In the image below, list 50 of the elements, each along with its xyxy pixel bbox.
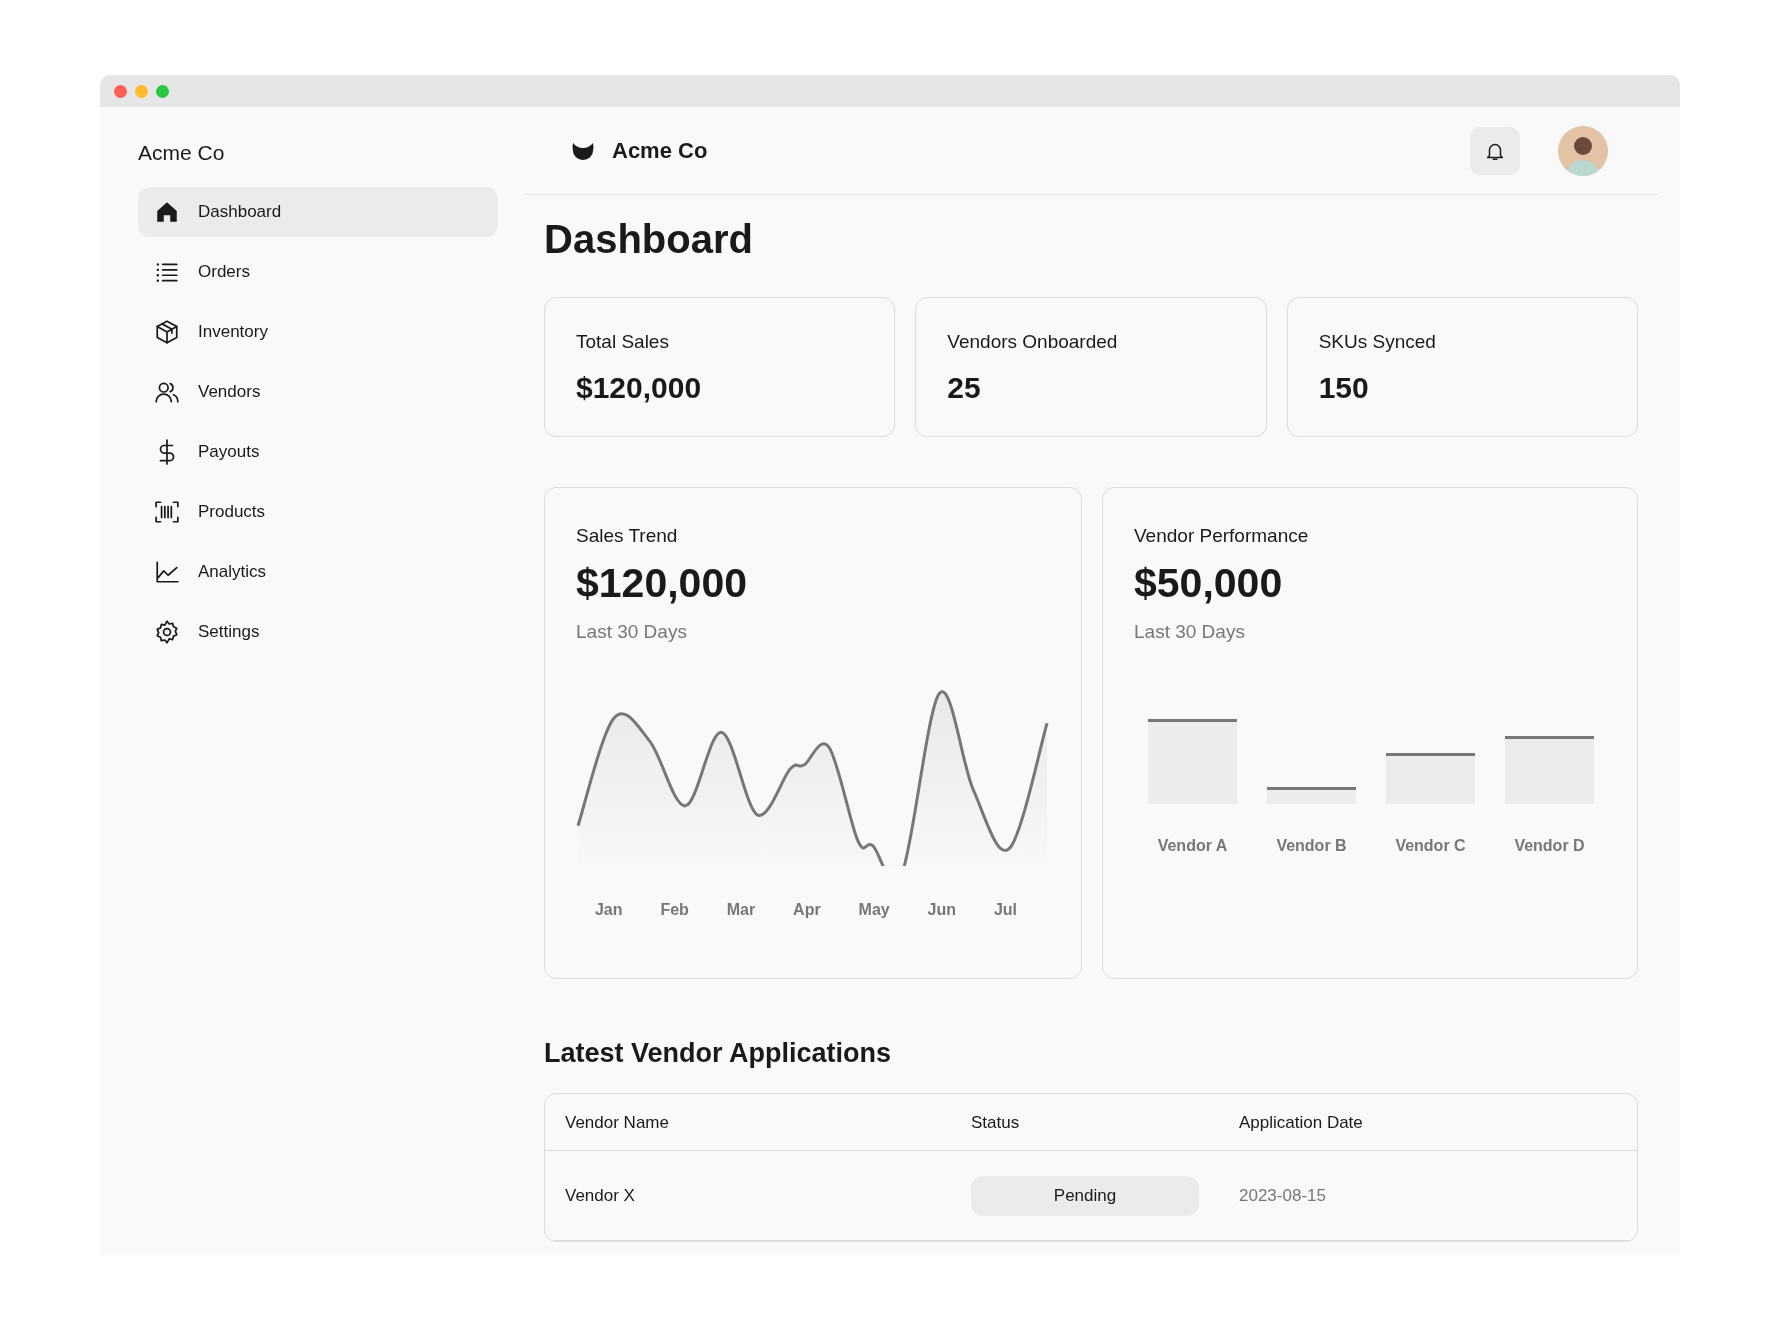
chart-value: $50,000	[1134, 558, 1283, 608]
close-window-icon[interactable]	[114, 84, 127, 98]
axis-label: Apr	[793, 900, 821, 921]
brand-name: Acme Co	[612, 137, 708, 165]
status-badge: Pending	[971, 1175, 1199, 1216]
sidebar-item[interactable]: Analytics	[138, 546, 498, 597]
axis-label: Vendor A	[1157, 836, 1228, 857]
table-cell: 2023-08-15	[1239, 1186, 1326, 1206]
column-header: Vendor Name	[565, 1112, 669, 1132]
axis-label: Vendor C	[1395, 836, 1466, 857]
axis-label: Vendor B	[1276, 836, 1347, 857]
stat-label: SKUs Synced	[1318, 330, 1436, 354]
stat-label: Vendors Onboarded	[947, 330, 1118, 354]
section-title: Latest Vendor Applications	[544, 1037, 892, 1070]
minimize-window-icon[interactable]	[135, 84, 148, 98]
sidebar-item[interactable]: Settings	[138, 606, 498, 657]
axis-label: Feb	[660, 900, 689, 921]
axis-label: Jan	[594, 900, 623, 921]
sidebar-item[interactable]: Inventory	[138, 306, 498, 357]
sidebar-item[interactable]: Vendors	[138, 366, 498, 417]
page-title: Dashboard	[544, 216, 753, 263]
column-header: Application Date	[1239, 1112, 1363, 1132]
box-icon	[154, 318, 180, 345]
line-chart-icon	[154, 558, 180, 585]
settings-icon	[154, 618, 180, 645]
barcode-icon	[154, 498, 180, 525]
chart-period: Last 30 Days	[1134, 619, 1245, 644]
zoom-window-icon[interactable]	[156, 84, 169, 98]
stat-value: $120,000	[576, 369, 702, 406]
chart-title: Sales Trend	[576, 525, 678, 546]
axis-label: Vendor D	[1514, 836, 1585, 857]
chart-value: $120,000	[576, 558, 747, 608]
stat-value: 25	[947, 369, 981, 406]
sidebar-item[interactable]: Orders	[138, 246, 498, 297]
column-header: Status	[971, 1112, 1020, 1132]
avatar[interactable]	[1558, 125, 1608, 176]
sidebar-item[interactable]: Products	[138, 486, 498, 537]
stat-value: 150	[1318, 369, 1369, 406]
notifications-button[interactable]	[1470, 126, 1520, 175]
stat-label: Total Sales	[576, 330, 669, 354]
table-cell: Vendor X	[565, 1186, 635, 1206]
axis-label: Jul	[993, 900, 1018, 921]
chart-period: Last 30 Days	[576, 619, 687, 644]
sidebar-item[interactable]: Payouts	[138, 426, 498, 477]
axis-label: May	[858, 900, 890, 921]
axis-label: Jun	[927, 900, 956, 921]
chart-title: Vendor Performance	[1134, 525, 1309, 546]
axis-label: Mar	[726, 900, 756, 921]
sidebar-item[interactable]: Dashboard	[138, 186, 498, 237]
app-name: Acme Co	[138, 140, 225, 166]
